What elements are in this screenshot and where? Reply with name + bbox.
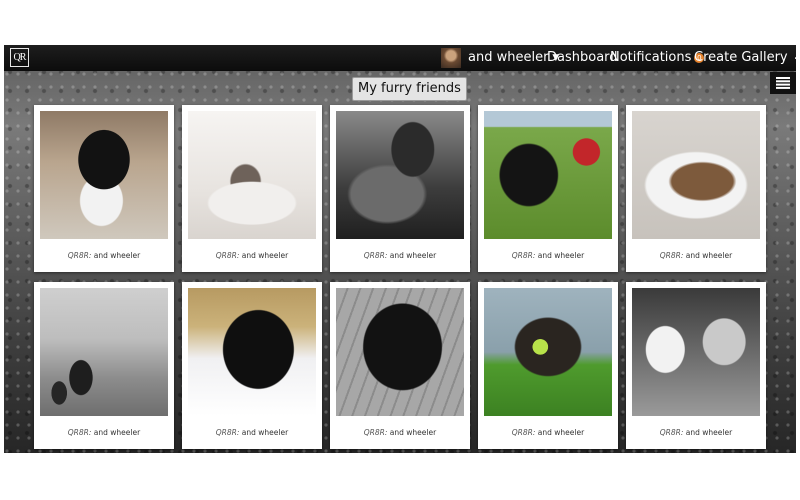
photo-image[interactable] (40, 111, 168, 239)
photo-image[interactable] (40, 288, 168, 416)
photo-caption: QR8R: and wheeler (330, 428, 470, 437)
plus-icon: + (794, 49, 796, 67)
photo-caption: QR8R: and wheeler (478, 428, 618, 437)
caption-author: and wheeler (685, 251, 733, 260)
photo-image[interactable] (336, 288, 464, 416)
create-gallery-button[interactable]: Create Gallery + (694, 49, 796, 67)
photo-card[interactable]: QR8R: and wheeler (626, 105, 766, 272)
caption-owner: QR8R: (511, 428, 536, 437)
caption-owner: QR8R: (659, 428, 684, 437)
photo-caption: QR8R: and wheeler (626, 251, 766, 260)
photo-card[interactable]: QR8R: and wheeler (34, 282, 174, 449)
photo-image[interactable] (188, 111, 316, 239)
caption-author: and wheeler (685, 428, 733, 437)
top-navbar: QR and wheeler ▼ Dashboard Notifications… (4, 45, 796, 71)
caption-owner: QR8R: (215, 251, 240, 260)
photo-caption: QR8R: and wheeler (182, 428, 322, 437)
dashboard-link[interactable]: Dashboard (547, 49, 618, 67)
photo-card[interactable]: QR8R: and wheeler (478, 105, 618, 272)
photo-card[interactable]: QR8R: and wheeler (34, 105, 174, 272)
caption-owner: QR8R: (67, 428, 92, 437)
avatar[interactable] (441, 48, 461, 68)
create-gallery-label: Create Gallery (694, 50, 788, 65)
user-menu-button[interactable]: and wheeler ▼ (468, 49, 559, 67)
caption-owner: QR8R: (511, 251, 536, 260)
dashboard-label: Dashboard (547, 50, 618, 65)
photo-grid: QR8R: and wheeler QR8R: and wheeler QR8R… (34, 105, 774, 449)
photo-caption: QR8R: and wheeler (34, 428, 174, 437)
photo-card[interactable]: QR8R: and wheeler (330, 282, 470, 449)
logo-text: QR (13, 52, 27, 63)
photo-caption: QR8R: and wheeler (34, 251, 174, 260)
photo-image[interactable] (632, 111, 760, 239)
photo-image[interactable] (188, 288, 316, 416)
caption-author: and wheeler (241, 428, 289, 437)
notifications-label: Notifications (610, 50, 692, 65)
photo-caption: QR8R: and wheeler (330, 251, 470, 260)
photo-card[interactable]: QR8R: and wheeler (478, 282, 618, 449)
hamburger-menu-glyph (776, 77, 790, 89)
caption-author: and wheeler (537, 428, 585, 437)
caption-author: and wheeler (389, 428, 437, 437)
gallery-title: My furry friends (352, 77, 467, 101)
caption-author: and wheeler (93, 251, 141, 260)
photo-caption: QR8R: and wheeler (478, 251, 618, 260)
caption-owner: QR8R: (215, 428, 240, 437)
notifications-link[interactable]: Notifications 0 (610, 49, 705, 67)
caption-author: and wheeler (241, 251, 289, 260)
photo-card[interactable]: QR8R: and wheeler (626, 282, 766, 449)
photo-card[interactable]: QR8R: and wheeler (182, 282, 322, 449)
caption-owner: QR8R: (363, 428, 388, 437)
logo[interactable]: QR (10, 48, 29, 67)
photo-card[interactable]: QR8R: and wheeler (182, 105, 322, 272)
app-window: QR and wheeler ▼ Dashboard Notifications… (4, 45, 796, 453)
photo-image[interactable] (484, 288, 612, 416)
caption-owner: QR8R: (659, 251, 684, 260)
photo-image[interactable] (632, 288, 760, 416)
photo-caption: QR8R: and wheeler (182, 251, 322, 260)
caption-author: and wheeler (93, 428, 141, 437)
caption-owner: QR8R: (67, 251, 92, 260)
photo-caption: QR8R: and wheeler (626, 428, 766, 437)
caption-author: and wheeler (537, 251, 585, 260)
photo-card[interactable]: QR8R: and wheeler (330, 105, 470, 272)
photo-image[interactable] (484, 111, 612, 239)
photo-image[interactable] (336, 111, 464, 239)
caption-owner: QR8R: (363, 251, 388, 260)
hamburger-menu-icon[interactable] (770, 72, 796, 94)
caption-author: and wheeler (389, 251, 437, 260)
user-name: and wheeler (468, 50, 549, 65)
